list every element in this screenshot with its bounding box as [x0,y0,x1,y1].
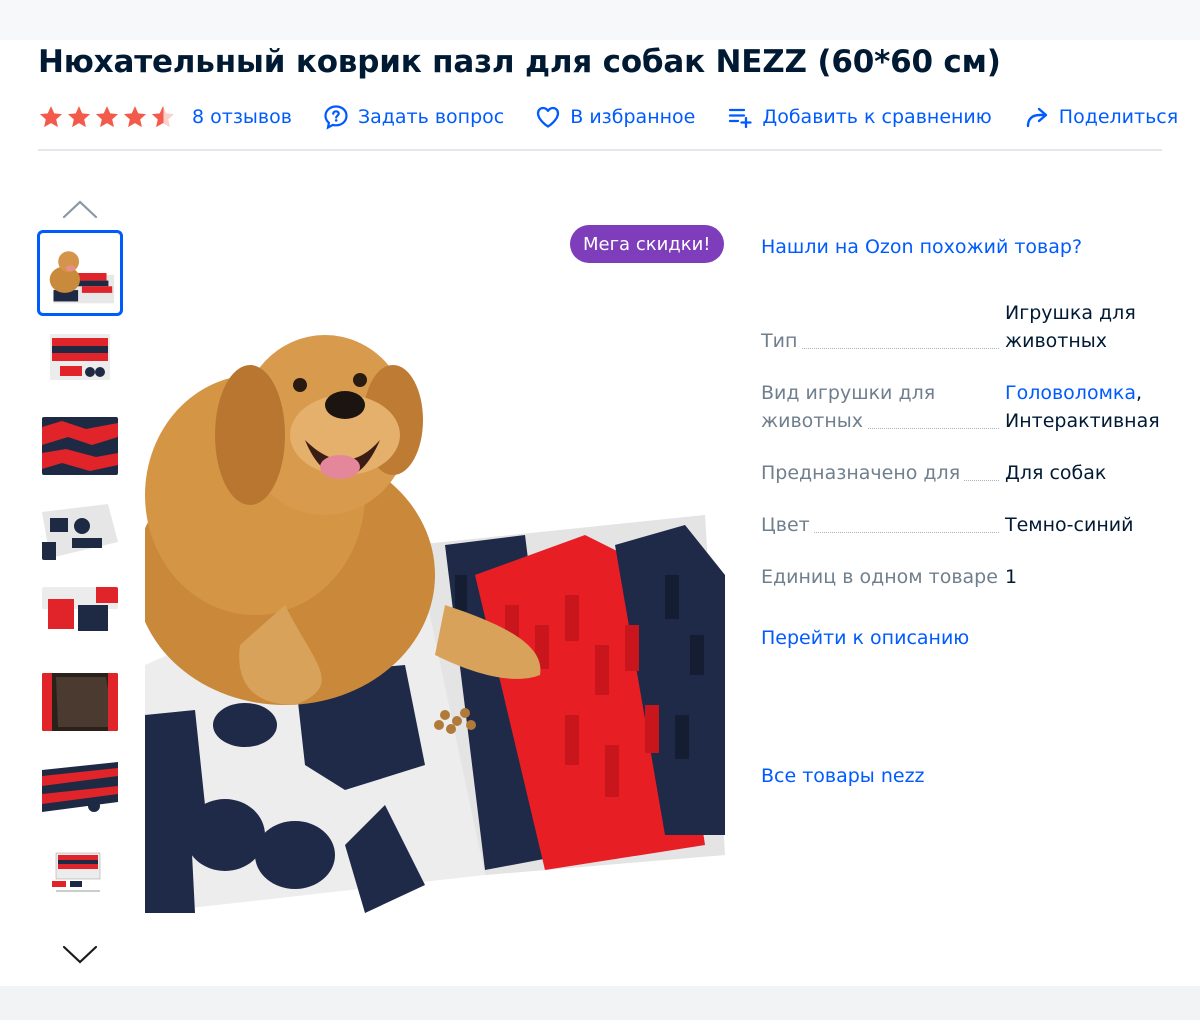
spec-row-toy-kind: Вид игрушки для животных Головоломка, Ин… [761,379,1171,435]
heart-icon [537,106,560,128]
ask-question-button[interactable]: Задать вопрос [323,104,504,130]
thumbnail-underside [42,673,118,731]
promo-badge[interactable]: Мега скидки! [570,225,724,263]
spec-name-label: Тип [761,330,802,352]
spec-name: Единиц в одном товаре [761,563,1005,591]
header-divider [38,149,1162,151]
spec-value: Головоломка, Интерактивная [1005,379,1165,435]
thumbnail-fringe-closeup [42,417,118,475]
thumbnail-flaps [42,587,118,645]
spec-name-label: Цвет [761,514,814,536]
thumbnail-8[interactable] [42,843,118,901]
ask-question-label: Задать вопрос [357,106,505,128]
reviews-link[interactable]: 8 отзывов [192,106,292,128]
found-similar-link[interactable]: Нашли на Ozon похожий товар? [761,236,1082,258]
thumbnail-3[interactable] [42,417,118,475]
all-brand-products-link[interactable]: Все товары nezz [761,765,925,787]
chevron-down-icon [62,945,98,964]
thumbnail-4[interactable] [42,502,118,560]
spec-value: 1 [1005,566,1018,588]
main-product-image[interactable] [145,245,725,913]
star-icon [123,106,147,128]
thumbnail-6[interactable] [42,673,118,731]
spec-name: Вид игрушки для животных [761,379,1005,435]
spec-value: Игрушка для животных [1005,302,1136,352]
compare-list-icon [729,108,753,129]
compare-label: Добавить к сравнению [762,106,992,128]
favorites-label: В избранное [570,106,696,128]
spec-row-color: Цвет Темно-синий [761,511,1171,539]
product-title: Нюхательный коврик пазл для собак NEZZ (… [38,44,1001,80]
page-bottom-strip [0,986,1200,1020]
share-label: Поделиться [1058,106,1179,128]
share-arrow-icon [1026,107,1047,128]
thumbnail-mat-angle [42,758,118,816]
thumbnail-size-chart [42,843,118,901]
thumbnail-7[interactable] [42,758,118,816]
star-icon [95,106,119,128]
half-star-icon [151,106,175,128]
spec-value: Темно-синий [1005,514,1134,536]
thumbnail-5[interactable] [42,587,118,645]
rating-stars[interactable] [38,104,176,130]
spec-row-intended-for: Предназначено для Для собак [761,459,1171,487]
spec-name: Цвет [761,511,1005,539]
thumbnail-pockets [42,502,118,560]
product-photo-dog-on-snuffle-mat [145,245,725,913]
spec-name-label: Предназначено для [761,462,965,484]
thumbnails-scroll-down-button[interactable] [60,942,100,968]
product-actions-bar: 8 отзывов Задать вопрос В избранное Доба… [38,100,1178,134]
thumbnail-dog-image [44,237,116,309]
question-bubble-icon [324,105,348,130]
thumbnail-2[interactable] [42,330,118,388]
go-to-description-link[interactable]: Перейти к описанию [761,627,969,649]
spec-row-type: Тип Игрушка для животных [761,299,1171,355]
spec-value: Для собак [1005,462,1107,484]
star-icon [39,106,63,128]
star-icon [67,106,91,128]
spec-name-label: Вид игрушки для животных [761,382,936,432]
spec-name: Тип [761,327,1005,355]
spec-name-label: Единиц в одном товаре [761,566,1002,588]
add-to-compare-button[interactable]: Добавить к сравнению [727,104,992,130]
add-to-favorites-button[interactable]: В избранное [535,104,695,130]
chevron-up-icon [62,200,98,219]
thumbnail-mat-overview [42,330,118,388]
spec-value-link[interactable]: Головоломка [1005,382,1136,404]
spec-name: Предназначено для [761,459,1005,487]
thumbnails-scroll-up-button[interactable] [60,196,100,222]
page-top-strip [0,0,1200,40]
share-button[interactable]: Поделиться [1024,104,1178,130]
spec-row-units: Единиц в одном товаре 1 [761,563,1171,591]
thumbnail-1[interactable] [37,230,123,316]
